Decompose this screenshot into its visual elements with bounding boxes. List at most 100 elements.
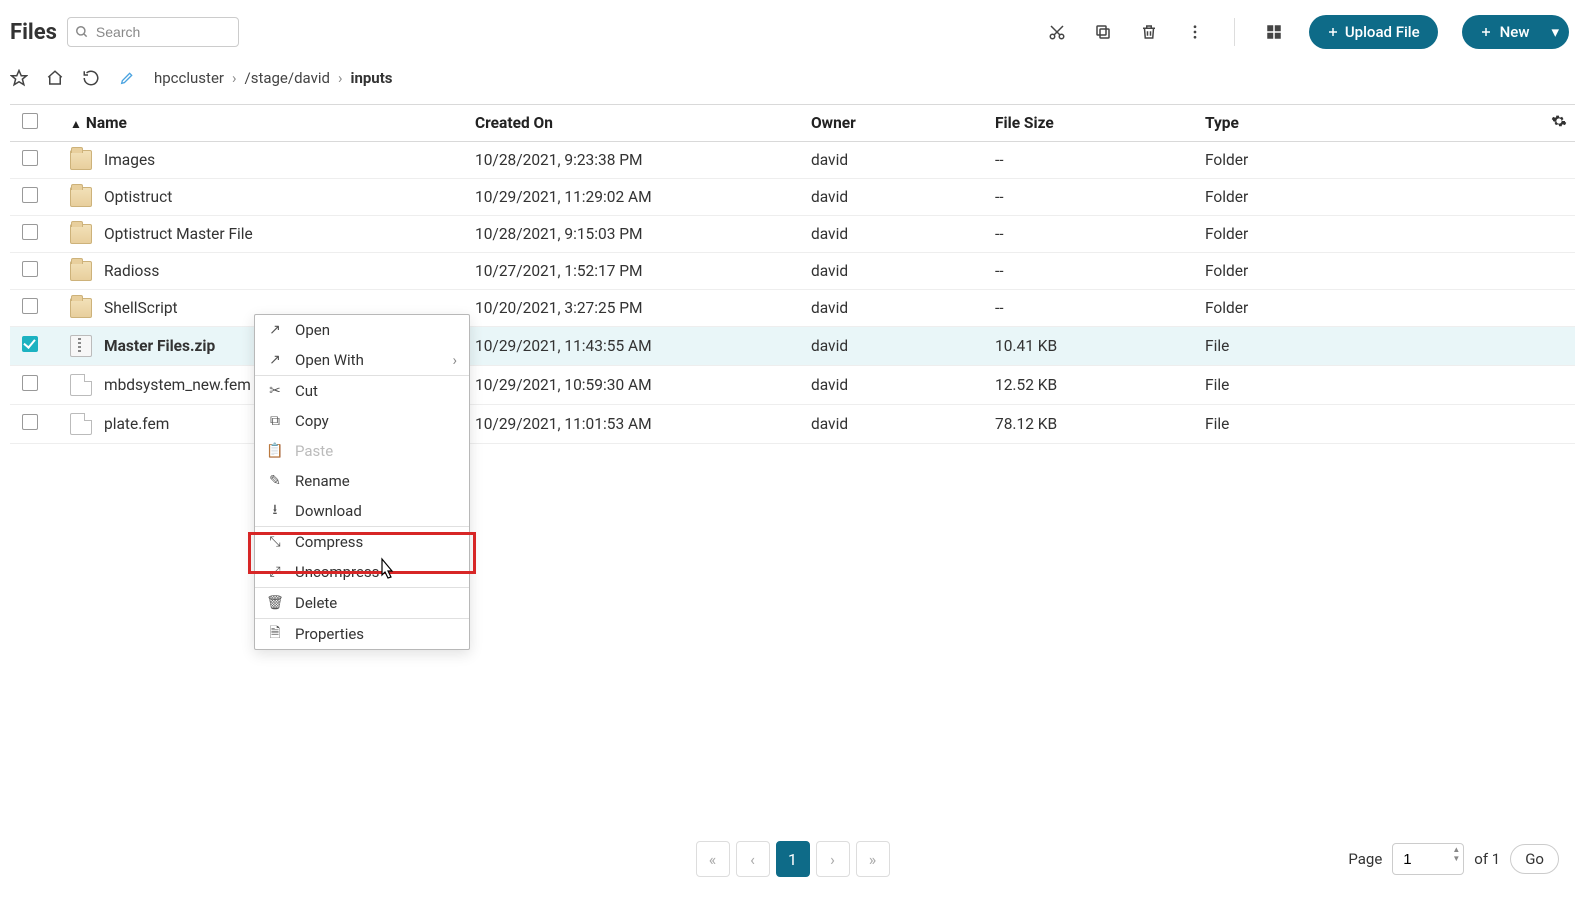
row-name[interactable]: Optistruct xyxy=(104,188,172,206)
table-row[interactable]: Images 10/28/2021, 9:23:38 PMdavid--Folde… xyxy=(10,142,1575,179)
folder-icon xyxy=(70,224,92,244)
col-header-size[interactable]: File Size xyxy=(983,105,1193,142)
copy-icon[interactable] xyxy=(1092,21,1114,43)
caret-down-icon: ▾ xyxy=(1551,23,1559,41)
row-checkbox[interactable] xyxy=(22,150,38,166)
favorite-icon[interactable] xyxy=(10,69,28,87)
breadcrumb-seg-1[interactable]: /stage/david xyxy=(245,69,330,87)
row-owner: david xyxy=(799,142,983,179)
search-input[interactable] xyxy=(67,17,239,47)
page-up-icon[interactable]: ▲ xyxy=(1452,846,1460,854)
ctx-open-with[interactable]: ↗Open With› xyxy=(255,345,469,375)
row-created: 10/28/2021, 9:23:38 PM xyxy=(463,142,799,179)
col-header-name[interactable]: ▲Name xyxy=(58,105,463,142)
table-row[interactable]: ShellScript10/20/2021, 3:27:25 PMdavid--… xyxy=(10,290,1575,327)
row-owner: david xyxy=(799,290,983,327)
table-row[interactable]: Optistruct10/29/2021, 11:29:02 AMdavid--… xyxy=(10,179,1575,216)
refresh-icon[interactable] xyxy=(82,69,100,87)
row-created: 10/29/2021, 11:01:53 AM xyxy=(463,405,799,444)
row-size: -- xyxy=(983,253,1193,290)
row-name[interactable]: plate.fem xyxy=(104,415,169,433)
row-name[interactable]: Master Files.zip xyxy=(104,337,215,355)
row-name[interactable]: mbdsystem_new.fem xyxy=(104,376,251,394)
uncompress-icon: ⤢ xyxy=(267,564,283,580)
row-type: File xyxy=(1193,366,1539,405)
page-first-button[interactable]: « xyxy=(696,841,730,877)
row-type: Folder xyxy=(1193,253,1539,290)
row-checkbox[interactable] xyxy=(22,375,38,391)
upload-file-label: Upload File xyxy=(1345,23,1420,41)
chevron-right-icon: › xyxy=(338,69,343,87)
col-header-type[interactable]: Type xyxy=(1193,105,1539,142)
edit-path-icon[interactable] xyxy=(118,69,136,87)
row-type: Folder xyxy=(1193,216,1539,253)
table-row[interactable]: Master Files.zip10/29/2021, 11:43:55 AMd… xyxy=(10,327,1575,366)
grid-view-icon[interactable] xyxy=(1263,21,1285,43)
row-name[interactable]: Optistruct Master File xyxy=(104,225,253,243)
ctx-download[interactable]: ⭳Download xyxy=(255,496,469,526)
row-type: File xyxy=(1193,405,1539,444)
row-type: Folder xyxy=(1193,142,1539,179)
row-name[interactable]: ShellScript xyxy=(104,299,178,317)
row-checkbox[interactable] xyxy=(22,224,38,240)
footer: « ‹ 1 › » Page ▲▼ of 1 Go xyxy=(0,835,1585,883)
row-name[interactable]: Images xyxy=(104,151,155,169)
ctx-rename[interactable]: ✎Rename xyxy=(255,466,469,496)
ctx-properties[interactable]: 🗎Properties xyxy=(255,619,469,649)
row-checkbox[interactable] xyxy=(22,298,38,314)
file-table: ▲Name Created On Owner File Size Type Im… xyxy=(10,104,1575,444)
page-last-button[interactable]: » xyxy=(856,841,890,877)
new-button[interactable]: New ▾ xyxy=(1462,15,1569,49)
page-prev-button[interactable]: ‹ xyxy=(736,841,770,877)
row-owner: david xyxy=(799,179,983,216)
row-name[interactable]: Radioss xyxy=(104,262,159,280)
table-row[interactable]: mbdsystem_new.fem10/29/2021, 10:59:30 AM… xyxy=(10,366,1575,405)
chevron-right-icon: › xyxy=(452,351,457,369)
row-size: -- xyxy=(983,142,1193,179)
select-all-checkbox[interactable] xyxy=(22,113,38,129)
row-size: -- xyxy=(983,290,1193,327)
delete-icon[interactable] xyxy=(1138,21,1160,43)
table-row[interactable]: Optistruct Master File10/28/2021, 9:15:0… xyxy=(10,216,1575,253)
page-next-button[interactable]: › xyxy=(816,841,850,877)
more-icon[interactable] xyxy=(1184,21,1206,43)
row-checkbox[interactable] xyxy=(22,261,38,277)
chevron-right-icon: › xyxy=(232,69,237,87)
gear-icon[interactable] xyxy=(1551,115,1567,133)
col-header-created[interactable]: Created On xyxy=(463,105,799,142)
table-row[interactable]: plate.fem10/29/2021, 11:01:53 AMdavid78.… xyxy=(10,405,1575,444)
context-menu: ↗Open ↗Open With› ✂Cut ⧉Copy 📋Paste ✎Ren… xyxy=(254,314,470,650)
ctx-copy[interactable]: ⧉Copy xyxy=(255,406,469,436)
row-type: Folder xyxy=(1193,290,1539,327)
go-button[interactable]: Go xyxy=(1510,844,1559,874)
new-label: New xyxy=(1500,23,1530,41)
page-title: Files xyxy=(10,20,57,45)
row-owner: david xyxy=(799,253,983,290)
zip-icon xyxy=(70,335,92,357)
ctx-delete[interactable]: 🗑Delete xyxy=(255,588,469,618)
table-row[interactable]: Radioss 10/27/2021, 1:52:17 PMdavid--Fold… xyxy=(10,253,1575,290)
breadcrumb-seg-2[interactable]: inputs xyxy=(350,69,392,87)
col-header-owner[interactable]: Owner xyxy=(799,105,983,142)
ctx-open[interactable]: ↗Open xyxy=(255,315,469,345)
folder-icon xyxy=(70,298,92,318)
open-icon: ↗ xyxy=(267,352,283,368)
upload-file-button[interactable]: Upload File xyxy=(1309,15,1438,49)
home-icon[interactable] xyxy=(46,69,64,87)
ctx-uncompress[interactable]: ⤢Uncompress xyxy=(255,557,469,587)
ctx-compress[interactable]: ⤡Compress xyxy=(255,527,469,557)
ctx-cut[interactable]: ✂Cut xyxy=(255,376,469,406)
pager: « ‹ 1 › » xyxy=(696,841,890,877)
properties-icon: 🗎 xyxy=(267,626,283,642)
row-checkbox[interactable] xyxy=(22,187,38,203)
row-created: 10/27/2021, 1:52:17 PM xyxy=(463,253,799,290)
row-checkbox[interactable] xyxy=(22,414,38,430)
breadcrumb-seg-0[interactable]: hpccluster xyxy=(154,69,224,87)
page-number-button[interactable]: 1 xyxy=(776,841,810,877)
row-owner: david xyxy=(799,327,983,366)
cut-icon[interactable] xyxy=(1046,21,1068,43)
file-icon xyxy=(70,374,92,396)
row-checkbox[interactable] xyxy=(22,336,38,352)
folder-icon xyxy=(70,150,92,170)
page-down-icon[interactable]: ▼ xyxy=(1452,855,1460,863)
